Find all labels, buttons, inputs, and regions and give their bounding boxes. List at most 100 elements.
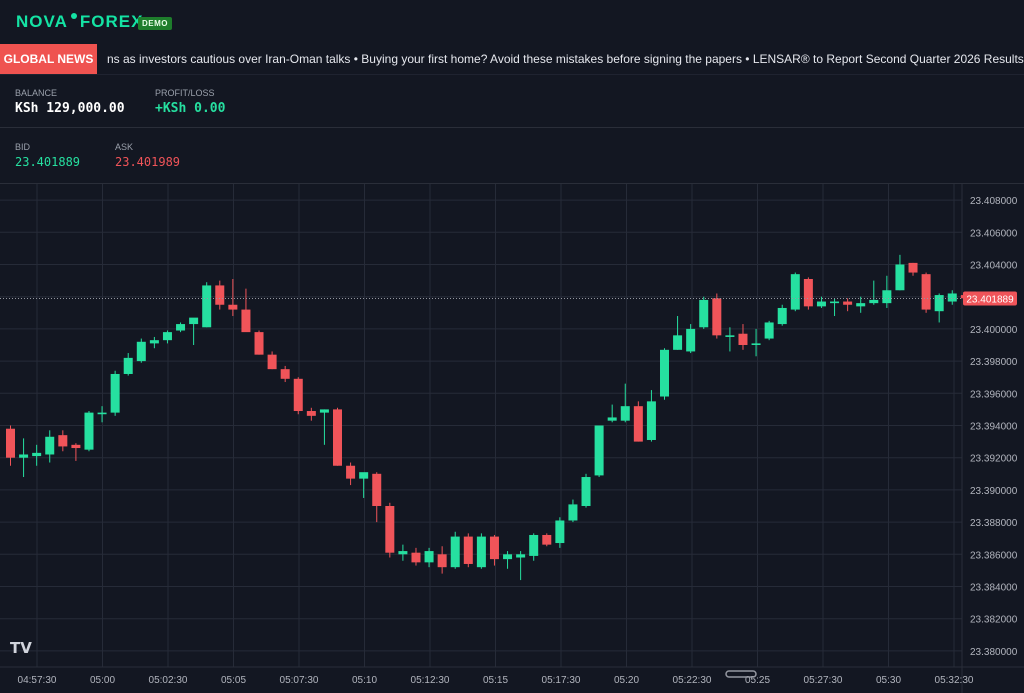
pnl-value: +KSh 0.00 [155, 101, 226, 116]
candle-body [738, 333, 748, 345]
candle-body [803, 278, 813, 307]
candle-body [895, 264, 905, 291]
news-ticker-text[interactable]: ns as investors cautious over Iran-Oman … [107, 44, 1024, 74]
candle-body [542, 534, 552, 545]
tradingview-logo-icon: TV [10, 639, 32, 657]
y-tick-label: 23.400000 [970, 325, 1018, 336]
x-tick-label: 05:22:30 [673, 675, 712, 686]
candle-body [293, 378, 303, 412]
x-tick-label: 05:32:30 [935, 675, 974, 686]
candle-body [646, 401, 656, 440]
candle-body [58, 435, 68, 447]
ask-label: ASK [115, 142, 134, 152]
candle-body [385, 506, 395, 553]
candle-body [686, 328, 696, 352]
candle-body [19, 454, 29, 458]
candle-body [97, 412, 107, 415]
candle-body [280, 369, 290, 379]
candle-body [411, 552, 421, 563]
candle-body [660, 349, 669, 397]
x-tick-label: 05:05 [221, 675, 246, 686]
bid-value: 23.401889 [15, 155, 81, 169]
y-tick-label: 23.406000 [970, 228, 1018, 239]
candle-body [372, 473, 382, 506]
candle-body [816, 301, 826, 307]
candle-body [882, 290, 892, 304]
candle-body [424, 551, 434, 563]
candle-body [476, 536, 486, 568]
y-tick-label: 23.404000 [970, 261, 1018, 272]
brand-right: FOREX [79, 12, 144, 31]
brand-logo[interactable]: NOVA FOREX [16, 12, 143, 32]
candle-body [162, 332, 172, 341]
candle-body [241, 309, 251, 333]
bid-label: BID [15, 142, 31, 152]
price-chart[interactable]: 23.40800023.40600023.40400023.40200023.4… [0, 184, 1024, 693]
candle-body [856, 303, 866, 307]
candle-body [333, 409, 342, 466]
candle-body [319, 409, 329, 413]
app-header: NOVA FOREX DEMO [0, 0, 1024, 44]
candle-body [725, 335, 735, 337]
brand-dot-icon [70, 13, 77, 19]
candle-body [777, 307, 787, 325]
candle-body [228, 304, 238, 310]
candle-body [215, 285, 225, 305]
balance-value: KSh 129,000.00 [15, 101, 125, 116]
global-news-label[interactable]: GLOBAL NEWS [0, 44, 97, 74]
x-tick-label: 05:07:30 [280, 675, 319, 686]
candle-body [254, 332, 264, 355]
candle-body [110, 373, 120, 413]
candle-body [764, 322, 774, 339]
candle-body [869, 299, 879, 304]
candle-body [189, 317, 199, 325]
demo-badge: DEMO [138, 17, 172, 30]
candle-body [529, 534, 539, 556]
candle-body [516, 554, 526, 558]
candle-body [45, 436, 55, 455]
candle-body [306, 411, 316, 416]
candle-body [71, 444, 81, 449]
x-tick-label: 05:10 [352, 675, 377, 686]
x-tick-label: 05:00 [90, 675, 115, 686]
current-price-label: 23.401889 [966, 294, 1014, 305]
candle-body [359, 472, 369, 479]
candle-body [581, 477, 591, 506]
candle-body [751, 343, 761, 345]
x-tick-label: 05:15 [483, 675, 508, 686]
y-tick-label: 23.396000 [970, 389, 1018, 400]
account-summary: BALANCE KSh 129,000.00 PROFIT/LOSS +KSh … [0, 75, 1024, 128]
candle-body [267, 354, 277, 370]
candle-body [790, 274, 800, 310]
candle-body [830, 301, 840, 304]
ask-value: 23.401989 [115, 155, 181, 169]
candle-body [202, 285, 212, 328]
candle-body [123, 357, 133, 374]
candle-body [712, 298, 722, 336]
y-tick-label: 23.386000 [970, 550, 1018, 561]
y-tick-label: 23.382000 [970, 615, 1018, 626]
x-tick-label: 05:27:30 [804, 675, 843, 686]
candle-body [136, 341, 146, 362]
candle-body [594, 425, 604, 476]
candle-body [450, 536, 460, 568]
candle-body [503, 554, 513, 560]
candle-body [620, 406, 630, 421]
candle-body [84, 412, 94, 450]
candle-body [699, 299, 709, 328]
quote-panel: BID 23.401889 ASK 23.401989 [0, 128, 1024, 184]
candle-body [934, 295, 944, 312]
x-tick-label: 05:30 [876, 675, 901, 686]
candlestick-chart[interactable]: 23.40800023.40600023.40400023.40200023.4… [0, 184, 1024, 693]
pnl-label: PROFIT/LOSS [155, 88, 215, 98]
candle-body [607, 417, 617, 421]
candle-body [555, 520, 565, 544]
candle-body [463, 536, 473, 564]
candle-body [673, 335, 683, 350]
candle-body [921, 274, 931, 310]
x-tick-label: 05:17:30 [542, 675, 581, 686]
news-ticker: GLOBAL NEWS ns as investors cautious ove… [0, 44, 1024, 75]
x-tick-label: 05:02:30 [149, 675, 188, 686]
y-tick-label: 23.394000 [970, 422, 1018, 433]
x-tick-label: 05:12:30 [411, 675, 450, 686]
